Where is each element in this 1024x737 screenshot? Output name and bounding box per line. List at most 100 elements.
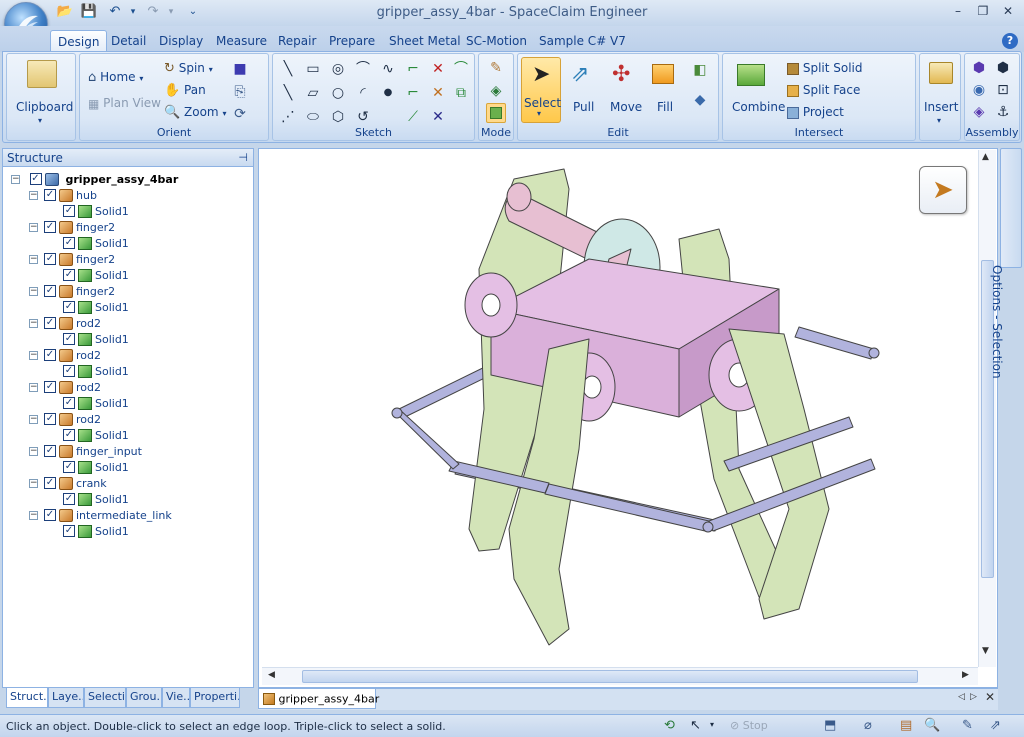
- insert-icon[interactable]: [929, 62, 953, 84]
- fill-icon[interactable]: [652, 64, 674, 84]
- split-line-icon[interactable]: ✕: [428, 83, 448, 103]
- visibility-checkbox[interactable]: ✓: [44, 253, 56, 265]
- tree-solid-row[interactable]: ✓ Solid1: [11, 524, 251, 540]
- collapse-icon[interactable]: −: [29, 414, 38, 424]
- rigid-assembly-icon[interactable]: ⊡: [993, 80, 1013, 100]
- options-selection-panel-tab[interactable]: Options - Selection: [990, 148, 1022, 379]
- tree-root-row[interactable]: − ✓ gripper_assy_4bar: [11, 172, 251, 188]
- tree-solid-row[interactable]: ✓ Solid1: [11, 268, 251, 284]
- close-document-icon[interactable]: ✕: [985, 690, 995, 704]
- orient-assembly-icon[interactable]: ◉: [969, 80, 989, 100]
- visibility-checkbox[interactable]: ✓: [63, 429, 75, 441]
- mouse-select-icon[interactable]: ⟲: [664, 718, 675, 733]
- visibility-checkbox[interactable]: ✓: [44, 509, 56, 521]
- tangent-line-icon[interactable]: ╲: [278, 83, 298, 103]
- insert-dropdown-icon[interactable]: ▾: [937, 116, 941, 125]
- tab-repair[interactable]: Repair: [271, 30, 323, 52]
- visibility-checkbox[interactable]: ✓: [63, 237, 75, 249]
- section-mode-icon[interactable]: ◈: [486, 81, 506, 101]
- visibility-checkbox[interactable]: ✓: [63, 397, 75, 409]
- tab-measure[interactable]: Measure: [209, 30, 274, 52]
- tab-sample-csharp[interactable]: Sample C# V7: [532, 30, 633, 52]
- tree-solid-row[interactable]: ✓ Solid1: [11, 332, 251, 348]
- save-icon[interactable]: 💾: [80, 3, 98, 21]
- undo-dropdown-icon[interactable]: ▾: [124, 3, 142, 21]
- align-assembly-icon[interactable]: ⬢: [993, 58, 1013, 78]
- sketch-trim-icon[interactable]: ⌐: [403, 59, 423, 79]
- minimize-button[interactable]: –: [946, 3, 970, 20]
- 3d-mode-button[interactable]: [486, 103, 506, 123]
- visibility-checkbox[interactable]: ✓: [63, 205, 75, 217]
- collapse-icon[interactable]: −: [29, 286, 38, 296]
- view-cube-icon[interactable]: ■: [230, 59, 250, 79]
- collapse-icon[interactable]: −: [29, 222, 38, 232]
- tangent-arc-icon[interactable]: ◜: [353, 83, 373, 103]
- blend-icon[interactable]: ◧: [690, 60, 710, 80]
- bend-icon[interactable]: ⌒: [451, 59, 471, 79]
- tree-solid-row[interactable]: ✓ Solid1: [11, 364, 251, 380]
- lightweight-icon[interactable]: ⌀: [864, 718, 872, 733]
- tab-design[interactable]: Design: [50, 30, 108, 52]
- tab-scroll-right-icon[interactable]: ▷: [970, 692, 977, 702]
- tree-item-row[interactable]: − ✓ finger2: [11, 284, 251, 300]
- sketch-mode-icon[interactable]: ✎: [486, 58, 506, 78]
- split-face-button[interactable]: Split Face: [787, 83, 860, 97]
- scroll-down-icon[interactable]: ▼: [982, 646, 989, 656]
- visibility-checkbox[interactable]: ✓: [63, 365, 75, 377]
- help-icon[interactable]: ?: [1002, 33, 1018, 49]
- project-to-sketch-icon[interactable]: ⧉: [451, 83, 471, 103]
- tab-sc-motion[interactable]: SC-Motion: [459, 30, 534, 52]
- tab-structure[interactable]: Struct...: [6, 688, 48, 708]
- pin-icon[interactable]: ⊣: [238, 151, 248, 164]
- insert-button[interactable]: Insert: [924, 100, 958, 114]
- view-style-icon[interactable]: ⬒: [824, 718, 836, 733]
- clipboard-icon[interactable]: [27, 60, 57, 88]
- collapse-icon[interactable]: −: [29, 318, 38, 328]
- scroll-up-icon[interactable]: ▲: [982, 152, 989, 162]
- tree-solid-row[interactable]: ✓ Solid1: [11, 396, 251, 412]
- replace-icon[interactable]: ◆: [690, 90, 710, 110]
- offset-curve-icon[interactable]: ⌐: [403, 83, 423, 103]
- tree-item-row[interactable]: − ✓ finger2: [11, 220, 251, 236]
- pull-button[interactable]: Pull: [573, 100, 594, 114]
- tree-item-row[interactable]: − ✓ crank: [11, 476, 251, 492]
- ellipse-icon[interactable]: ⬭: [303, 107, 323, 127]
- stop-button[interactable]: ⊘ Stop: [730, 719, 768, 732]
- trim-away-icon[interactable]: ✕: [428, 59, 448, 79]
- tab-selection[interactable]: Selecti...: [84, 688, 126, 708]
- pull-status-icon[interactable]: ⇗: [990, 718, 1001, 733]
- rotate-view-icon[interactable]: ⟳: [230, 104, 250, 124]
- home-button[interactable]: ⌂ Home ▾: [88, 70, 143, 85]
- tab-detail[interactable]: Detail: [104, 30, 153, 52]
- undo-icon[interactable]: ↶: [106, 3, 124, 21]
- collapse-icon[interactable]: −: [29, 446, 38, 456]
- visibility-checkbox[interactable]: ✓: [44, 221, 56, 233]
- tree-item-row[interactable]: − ✓ intermediate_link: [11, 508, 251, 524]
- tree-item-row[interactable]: − ✓ rod2: [11, 412, 251, 428]
- visibility-checkbox[interactable]: ✓: [63, 493, 75, 505]
- redo-icon[interactable]: ↷: [144, 3, 162, 21]
- point-icon[interactable]: ●: [378, 83, 398, 103]
- visibility-checkbox[interactable]: ✓: [44, 445, 56, 457]
- fill-button[interactable]: Fill: [657, 100, 673, 114]
- extend-curve-icon[interactable]: ✕: [428, 107, 448, 127]
- tab-groups[interactable]: Grou...: [126, 688, 162, 708]
- tree-solid-row[interactable]: ✓ Solid1: [11, 428, 251, 444]
- design-viewport[interactable]: [258, 148, 998, 688]
- vertical-scrollbar[interactable]: ▼ ▲: [978, 150, 996, 667]
- collapse-icon[interactable]: −: [29, 510, 38, 520]
- combine-button[interactable]: Combine: [732, 100, 785, 114]
- visibility-checkbox[interactable]: ✓: [63, 301, 75, 313]
- horizontal-scroll-thumb[interactable]: [302, 670, 918, 683]
- plan-view-button[interactable]: ▦ Plan View: [88, 96, 161, 111]
- tab-views[interactable]: Vie...: [162, 688, 190, 708]
- tree-item-row[interactable]: − ✓ rod2: [11, 380, 251, 396]
- customize-toolbar-icon[interactable]: ⌄: [184, 3, 202, 21]
- tree-item-row[interactable]: − ✓ finger_input: [11, 444, 251, 460]
- close-button[interactable]: ✕: [996, 3, 1020, 20]
- project-button[interactable]: Project: [787, 105, 844, 119]
- tab-prepare[interactable]: Prepare: [322, 30, 382, 52]
- graphics-display-icon[interactable]: ⎘: [230, 82, 250, 102]
- select-button[interactable]: ➤ Select ▾: [521, 57, 561, 123]
- circle-icon[interactable]: ◎: [328, 59, 348, 79]
